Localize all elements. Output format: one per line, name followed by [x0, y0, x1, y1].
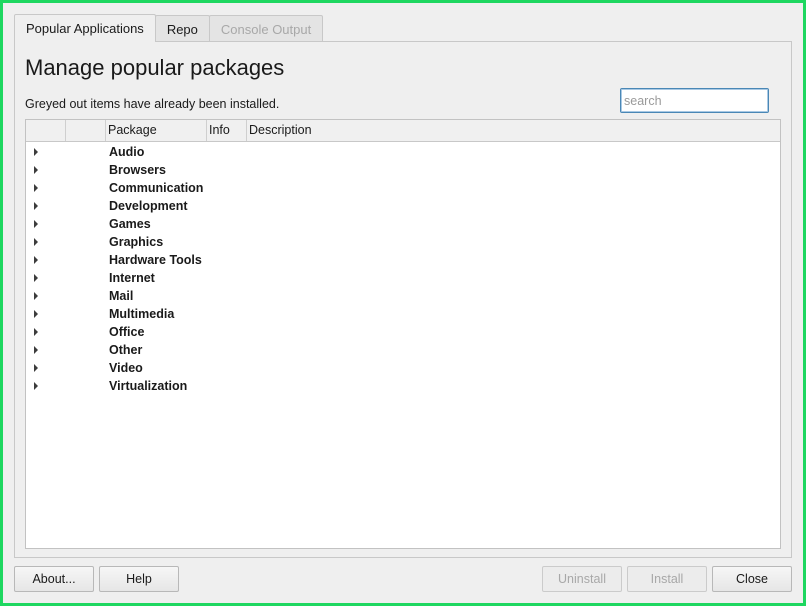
expand-arrow-icon[interactable]: [34, 328, 38, 336]
tree-category-row[interactable]: Communication: [26, 179, 780, 197]
expand-arrow-icon[interactable]: [34, 148, 38, 156]
page-title: Manage popular packages: [25, 55, 285, 80]
tab-repo[interactable]: Repo: [154, 15, 210, 42]
category-label: Hardware Tools: [109, 253, 202, 267]
category-label: Graphics: [109, 235, 164, 249]
tree-category-row[interactable]: Office: [26, 323, 780, 341]
expand-arrow-icon[interactable]: [34, 238, 38, 246]
category-label: Communication: [109, 181, 204, 195]
tab-popular-applications[interactable]: Popular Applications: [14, 14, 156, 42]
expand-arrow-icon[interactable]: [34, 292, 38, 300]
category-label: Browsers: [109, 163, 166, 177]
column-header-info[interactable]: Info: [207, 120, 247, 141]
help-button[interactable]: Help: [99, 566, 179, 592]
expand-arrow-icon[interactable]: [34, 184, 38, 192]
category-label: Internet: [109, 271, 155, 285]
tree-category-row[interactable]: Browsers: [26, 161, 780, 179]
category-label: Development: [109, 199, 188, 213]
tab-bar: Popular Applications Repo Console Output: [14, 14, 324, 42]
tree-category-row[interactable]: Development: [26, 197, 780, 215]
category-label: Multimedia: [109, 307, 175, 321]
uninstall-button: Uninstall: [542, 566, 622, 592]
install-button: Install: [627, 566, 707, 592]
category-label: Virtualization: [109, 379, 188, 393]
category-label: Office: [109, 325, 145, 339]
tree-category-row[interactable]: Internet: [26, 269, 780, 287]
category-label: Games: [109, 217, 151, 231]
tree-category-row[interactable]: Games: [26, 215, 780, 233]
column-header-status[interactable]: [66, 120, 106, 141]
package-tree[interactable]: Package Info Description Audio Browsers Co…: [25, 119, 781, 549]
expand-arrow-icon[interactable]: [34, 166, 38, 174]
category-label: Audio: [109, 145, 145, 159]
tree-category-row[interactable]: Hardware Tools: [26, 251, 780, 269]
tree-category-row[interactable]: Other: [26, 341, 780, 359]
about-button[interactable]: About...: [14, 566, 94, 592]
tree-category-row[interactable]: Multimedia: [26, 305, 780, 323]
tab-panel: Manage popular packages Greyed out items…: [14, 41, 792, 558]
column-header-package[interactable]: Package: [106, 120, 207, 141]
expand-arrow-icon[interactable]: [34, 274, 38, 282]
expand-arrow-icon[interactable]: [34, 220, 38, 228]
tab-console-output: Console Output: [208, 15, 324, 42]
expand-arrow-icon[interactable]: [34, 346, 38, 354]
expand-arrow-icon[interactable]: [34, 364, 38, 372]
expand-arrow-icon[interactable]: [34, 310, 38, 318]
expand-arrow-icon[interactable]: [34, 202, 38, 210]
tree-header: Package Info Description: [26, 120, 780, 142]
category-label: Other: [109, 343, 143, 357]
tree-category-row[interactable]: Video: [26, 359, 780, 377]
tree-category-row[interactable]: Audio: [26, 143, 780, 161]
tree-category-row[interactable]: Graphics: [26, 233, 780, 251]
tree-rows: Audio Browsers Communication Development Gam…: [26, 142, 780, 395]
expand-arrow-icon[interactable]: [34, 382, 38, 390]
tree-category-row[interactable]: Mail: [26, 287, 780, 305]
column-header-select[interactable]: [26, 120, 66, 141]
search-input[interactable]: [620, 88, 769, 113]
column-header-description[interactable]: Description: [247, 120, 780, 141]
close-button[interactable]: Close: [712, 566, 792, 592]
category-label: Video: [109, 361, 143, 375]
tree-category-row[interactable]: Virtualization: [26, 377, 780, 395]
expand-arrow-icon[interactable]: [34, 256, 38, 264]
installed-note: Greyed out items have already been insta…: [25, 97, 280, 111]
category-label: Mail: [109, 289, 134, 303]
